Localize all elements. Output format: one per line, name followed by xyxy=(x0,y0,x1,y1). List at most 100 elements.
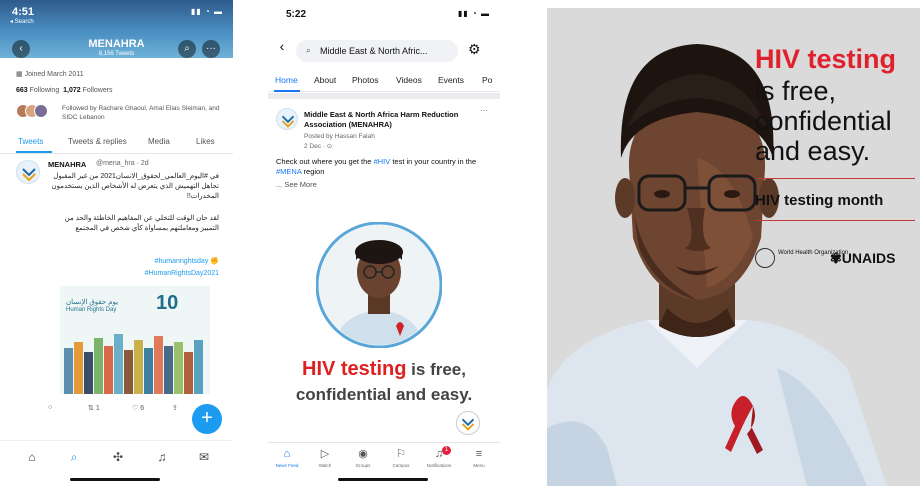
search-button[interactable]: ⌕ xyxy=(178,40,196,58)
like-button[interactable]: ♡ 6 xyxy=(132,404,144,412)
page-avatar[interactable] xyxy=(276,108,298,130)
status-time: 5:22 xyxy=(286,9,307,20)
poster-month-label: HIV testing month xyxy=(755,192,884,209)
menu-icon: ≡ xyxy=(475,448,483,460)
avatar xyxy=(34,104,48,118)
spaces-icon[interactable]: ✣ xyxy=(110,449,126,465)
tab-media[interactable]: Media xyxy=(148,137,170,146)
more-button[interactable]: ··· xyxy=(202,40,220,58)
post-date: 2 Dec · ⊙ xyxy=(304,143,333,150)
tab-tweets[interactable]: Tweets xyxy=(18,137,43,146)
who-emblem-icon xyxy=(755,248,775,268)
tab-videos[interactable]: Videos xyxy=(396,75,422,85)
poster-line-2: confidential xyxy=(755,106,892,136)
page-name[interactable]: Middle East & North Africa Harm Reductio… xyxy=(304,110,474,130)
video-icon: ▷ xyxy=(320,448,330,460)
menahra-badge xyxy=(456,411,480,435)
tab-photos[interactable]: Photos xyxy=(352,75,378,85)
page-tabs: Home About Photos Videos Events Po xyxy=(268,70,500,92)
followers-avatars xyxy=(16,104,48,120)
tweet-count: 8,156 Tweets xyxy=(98,51,135,57)
hiv-testing-poster: HIV testing is free, confidential and ea… xyxy=(547,8,920,486)
tab-about[interactable]: About xyxy=(314,75,336,85)
bell-icon[interactable]: ♫ xyxy=(154,449,170,465)
tab-events[interactable]: Events xyxy=(438,75,464,85)
home-indicator xyxy=(338,478,428,481)
tweet-hashtag[interactable]: #humanrightsday ✊ xyxy=(155,256,219,267)
heart-icon: ♡ xyxy=(132,405,139,412)
retweet-button[interactable]: ⇅ 1 xyxy=(88,404,100,412)
section-divider xyxy=(268,93,500,99)
reply-button[interactable]: ○ xyxy=(48,404,52,411)
facebook-page-screen: 5:22 ▮▮ ◔ ▬ ‹ ⌕ Middle East & North Afri… xyxy=(268,0,500,486)
unaids-logo: ✾UNAIDS xyxy=(830,250,896,266)
status-icons: ▮▮ ◔ ▬ xyxy=(457,9,490,18)
compose-tweet-button[interactable]: + xyxy=(192,404,222,434)
retweet-icon: ⇅ xyxy=(88,405,94,412)
tweet-actions: ○ ⇅ 1 ♡ 6 ⇪ xyxy=(48,404,208,416)
status-time: 4:51 xyxy=(12,6,35,18)
nav-notifications[interactable]: ♫ 1 Notifications xyxy=(422,446,456,468)
tab-home[interactable]: Home xyxy=(275,75,298,85)
share-button[interactable]: ⇪ xyxy=(172,404,178,412)
poster-line-3: and easy. xyxy=(755,136,871,166)
joined-date: ▦ Joined March 2011 xyxy=(16,71,84,78)
mail-icon[interactable]: ✉ xyxy=(196,449,212,465)
campus-flag-icon: ⚐ xyxy=(396,448,406,460)
profile-header-banner: 4:51 ◂ Search ▮▮ ◔ ▬ ‹ MENAHRA 8,156 Twe… xyxy=(0,0,233,58)
gear-icon[interactable]: ⚙ xyxy=(468,41,481,58)
nav-menu[interactable]: ≡ Menu xyxy=(462,447,496,468)
menahra-logo-icon xyxy=(22,168,36,182)
share-icon: ⇪ xyxy=(172,405,178,412)
poster-line-1: is free, xyxy=(755,76,837,106)
home-icon: ⌂ xyxy=(283,448,291,460)
groups-icon: ◉ xyxy=(358,448,368,460)
portrait-illustration xyxy=(547,44,887,486)
nav-news-feed[interactable]: ⌂ News Feed xyxy=(270,447,304,468)
nav-groups[interactable]: ◉ Groups xyxy=(346,447,380,468)
status-icons: ▮▮ ◔ ▬ xyxy=(190,7,223,16)
headline-line2: confidential and easy. xyxy=(295,385,473,404)
divider xyxy=(757,220,915,221)
notification-badge: 1 xyxy=(442,446,451,455)
more-options-icon[interactable]: ··· xyxy=(480,106,488,115)
search-query: Middle East & North Afric... xyxy=(320,46,428,56)
unaids-ribbon-icon: ✾ xyxy=(830,250,842,266)
hashtag-link[interactable]: #MENA xyxy=(276,167,301,176)
divider xyxy=(757,178,915,179)
tab-likes[interactable]: Likes xyxy=(196,137,215,146)
image-title-english: Human Rights Day xyxy=(66,307,117,313)
poster-title: HIV testing xyxy=(755,44,897,74)
post-text: Check out where you get the #HIV test in… xyxy=(276,157,477,176)
tweet-text-line1: في #اليوم_العالمي_لحقوق_الانسان2021 من غ… xyxy=(51,173,219,200)
follow-stats[interactable]: 663 Following 1,072 Followers xyxy=(16,87,113,94)
tweet-author-avatar[interactable] xyxy=(16,160,40,184)
screenshot-collage: 4:51 ◂ Search ▮▮ ◔ ▬ ‹ MENAHRA 8,156 Twe… xyxy=(0,0,920,486)
nav-campus[interactable]: ⚐ Campus xyxy=(384,447,418,468)
posted-by: Posted by Hassan Falah xyxy=(304,133,375,140)
search-bar[interactable]: ⌕ Middle East & North Afric... xyxy=(296,40,458,62)
home-icon[interactable]: ⌂ xyxy=(24,449,40,465)
search-icon: ⌕ xyxy=(184,43,190,54)
raised-hands-illustration xyxy=(64,334,203,394)
tab-posts[interactable]: Po xyxy=(482,75,492,85)
back-to-app-link[interactable]: ◂ Search xyxy=(10,18,34,25)
calendar-icon: ▦ xyxy=(16,71,25,78)
see-more-link[interactable]: ... See More xyxy=(276,180,317,189)
active-tab-indicator xyxy=(16,151,52,153)
tweet-author-name[interactable]: MENAHRA xyxy=(48,160,86,169)
menahra-logo-icon xyxy=(281,115,295,128)
tweet-image[interactable]: يوم حقوق الإنسان Human Rights Day 10 xyxy=(60,286,210,394)
headline-line1: HIV testing is free, xyxy=(302,358,466,380)
partner-logos: World Health Organization ✾UNAIDS xyxy=(755,248,915,268)
tab-tweets-replies[interactable]: Tweets & replies xyxy=(68,137,127,146)
back-arrow-icon[interactable]: ‹ xyxy=(274,38,290,54)
tweet-hashtag[interactable]: #HumanRightsDay2021 xyxy=(145,268,219,279)
hashtag-link[interactable]: #HIV xyxy=(374,157,391,166)
tweet-author-handle: @mena_hra · 2d xyxy=(96,160,149,167)
nav-watch[interactable]: ▷ Watch xyxy=(308,447,342,468)
image-day-number: 10 xyxy=(156,292,179,314)
followed-by-text[interactable]: Followed by Rachare Ghaoul, Amal Elias S… xyxy=(62,104,222,122)
menahra-logo-icon xyxy=(461,418,475,431)
search-icon[interactable]: ⌕ xyxy=(66,449,82,465)
